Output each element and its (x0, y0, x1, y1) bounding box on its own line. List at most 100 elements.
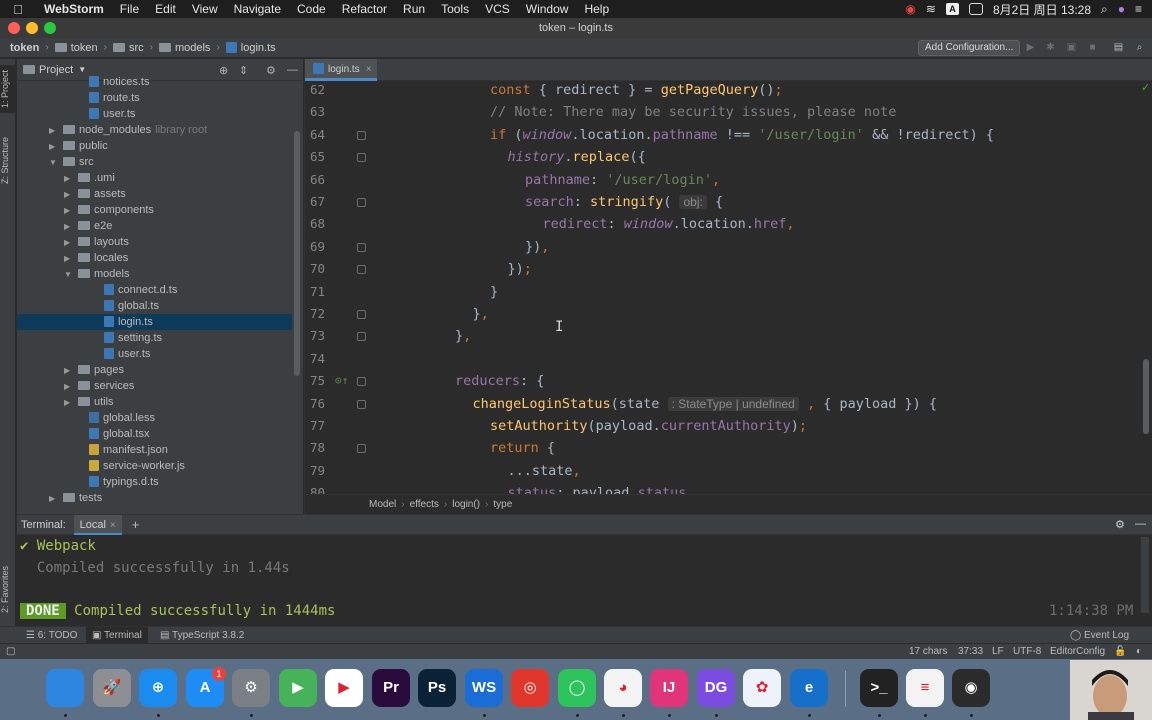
chevron-right-icon[interactable]: ▶ (64, 363, 78, 379)
code-line[interactable]: 64 if (window.location.pathname !== '/use… (305, 124, 1152, 146)
tree-folder-item[interactable]: ▶ services (17, 378, 292, 394)
dock-photoshop-icon[interactable]: Ps (418, 669, 456, 707)
event-log-tool-tab[interactable]: ◯ Event Log (1070, 627, 1129, 644)
layout-toggle-icon[interactable]: ▢ (6, 644, 15, 660)
tab-login-ts[interactable]: login.ts × (305, 59, 377, 81)
tree-folder-item[interactable]: ▶ components (17, 202, 292, 218)
dock-webstorm-icon[interactable]: WS (465, 669, 503, 707)
nav-crumb-project[interactable]: token (0, 42, 43, 54)
tree-file-item[interactable]: notices.ts (17, 74, 292, 90)
menu-view[interactable]: View (184, 2, 226, 16)
code-crumb[interactable]: Model (369, 499, 396, 510)
fold-marker-icon[interactable] (357, 265, 366, 275)
fold-marker-icon[interactable] (357, 310, 366, 319)
tree-file-item[interactable]: typings.d.ts (17, 474, 292, 490)
chevron-right-icon[interactable]: ▶ (64, 171, 78, 187)
chevron-right-icon[interactable]: ▶ (64, 219, 78, 235)
code-line[interactable]: 66 pathname: '/user/login', (305, 169, 1152, 191)
fold-marker-icon[interactable] (357, 153, 366, 163)
tree-file-item[interactable]: global.tsx (17, 426, 292, 442)
nav-crumb-models[interactable]: models (155, 42, 214, 54)
tree-folder-item[interactable]: ▶ locales (17, 250, 292, 266)
dock-youku-icon[interactable]: ▶ (325, 669, 363, 707)
minimize-window-button[interactable] (26, 22, 38, 34)
fold-marker-icon[interactable] (357, 242, 366, 252)
code-line[interactable]: 67 search: stringify( obj: { (305, 191, 1152, 213)
menu-file[interactable]: File (112, 2, 147, 16)
chevron-right-icon[interactable]: ▶ (64, 235, 78, 251)
code-line[interactable]: 71} (305, 281, 1152, 303)
close-tab-icon[interactable]: × (366, 64, 372, 75)
tree-folder-item[interactable]: ▶ layouts (17, 234, 292, 250)
code-line[interactable]: 63 // Note: There may be security issues,… (305, 101, 1152, 123)
close-window-button[interactable] (8, 22, 20, 34)
terminal-output[interactable]: ✔ Webpack Compiled successfully in 1.44s… (17, 536, 1152, 627)
code-line[interactable]: 70}); (305, 258, 1152, 280)
menu-refactor[interactable]: Refactor (334, 2, 395, 16)
tree-folder-item[interactable]: ▶ utils (17, 394, 292, 410)
editor-scrollbar[interactable] (1143, 359, 1149, 434)
chevron-right-icon[interactable]: ▶ (64, 251, 78, 267)
tree-file-item[interactable]: user.ts (17, 346, 292, 362)
tree-folder-item[interactable]: ▶ pages (17, 362, 292, 378)
structure-tool-tab[interactable]: Z: Structure (0, 125, 16, 195)
dock-premiere-icon[interactable]: Pr (372, 669, 410, 707)
debug-icon[interactable]: ✱ (1045, 42, 1056, 53)
fold-marker-icon[interactable] (357, 377, 366, 387)
dock-pinwheel-icon[interactable]: ✿ (743, 669, 781, 707)
code-line[interactable]: 68 redirect: window.location.href, (305, 213, 1152, 235)
tree-file-item[interactable]: login.ts (17, 314, 292, 330)
dock-safari-icon[interactable]: ⊕ (139, 669, 177, 707)
fold-marker-icon[interactable] (357, 332, 366, 342)
menu-edit[interactable]: Edit (147, 2, 184, 16)
nav-crumb-src[interactable]: src (109, 42, 148, 54)
tree-folder-item[interactable]: ▶ node_modules library root (17, 122, 292, 138)
dock-launchpad-icon[interactable]: 🚀 (93, 669, 131, 707)
spotlight-search-icon[interactable]: ⌕ (1101, 2, 1108, 17)
input-source-icon[interactable]: A (945, 3, 959, 15)
add-configuration-button[interactable]: Add Configuration... (918, 40, 1021, 56)
hide-panel-icon[interactable]: — (1135, 518, 1146, 530)
control-center-icon[interactable]: ≡ (1135, 2, 1142, 16)
menu-help[interactable]: Help (576, 2, 617, 16)
chevron-right-icon[interactable]: ▶ (64, 379, 78, 395)
chevron-right-icon[interactable]: ▶ (49, 123, 63, 139)
menu-app-name[interactable]: WebStorm (36, 2, 112, 16)
tree-folder-item[interactable]: ▶ public (17, 138, 292, 154)
dock-datagrip-icon[interactable]: DG (697, 669, 735, 707)
dock-infuse-icon[interactable]: ▶ (279, 669, 317, 707)
chevron-right-icon[interactable]: ▶ (49, 139, 63, 155)
tree-file-item[interactable]: user.ts (17, 106, 292, 122)
siri-icon[interactable]: ● (1118, 2, 1125, 16)
dock-qq-icon[interactable]: ◕ (604, 669, 642, 707)
code-line[interactable]: 73}, (305, 325, 1152, 347)
dock-edge-icon[interactable]: e (790, 669, 828, 707)
fold-marker-icon[interactable] (357, 198, 366, 207)
code-line[interactable]: 79 ...state, (305, 460, 1152, 482)
dock-netease-music-icon[interactable]: ◎ (511, 669, 549, 707)
caret-position[interactable]: 37:33 (958, 644, 983, 660)
close-tab-icon[interactable]: × (110, 520, 116, 531)
tree-folder-item[interactable]: ▶ tests (17, 490, 292, 506)
coverage-icon[interactable]: ▣ (1066, 42, 1077, 53)
code-line[interactable]: 78 return { (305, 437, 1152, 459)
terminal-scrollbar[interactable] (1141, 537, 1149, 613)
memory-indicator-icon[interactable]: ◐ (1136, 644, 1142, 660)
nav-crumb-token[interactable]: token (51, 42, 102, 54)
project-scrollbar[interactable] (294, 131, 300, 376)
inspection-ok-icon[interactable]: ✓ (1141, 81, 1150, 94)
dock-finder-icon[interactable] (46, 669, 84, 707)
chrome-tray-icon[interactable]: ◉ (905, 2, 915, 16)
chevron-right-icon[interactable]: ▶ (64, 187, 78, 203)
menu-run[interactable]: Run (395, 2, 433, 16)
menu-navigate[interactable]: Navigate (226, 2, 289, 16)
chevron-down-icon[interactable]: ▼ (64, 267, 78, 283)
line-separator[interactable]: LF (992, 644, 1004, 660)
code-line[interactable]: 69}), (305, 236, 1152, 258)
chevron-right-icon[interactable]: ▶ (64, 203, 78, 219)
dock-wechat-icon[interactable]: ◯ (558, 669, 596, 707)
chevron-down-icon[interactable]: ▼ (49, 155, 63, 171)
code-line[interactable]: 62 const { redirect } = getPageQuery(); (305, 81, 1152, 101)
search-everywhere-icon[interactable]: ⌕ (1134, 42, 1145, 53)
chevron-down-icon[interactable]: ▼ (78, 65, 86, 74)
